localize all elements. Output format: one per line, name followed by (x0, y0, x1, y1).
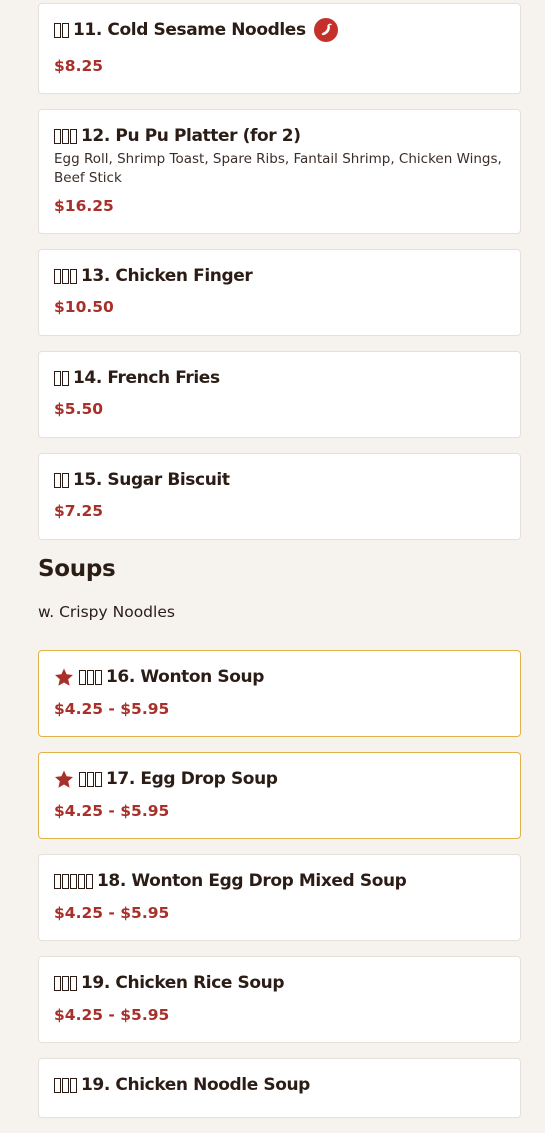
menu-item-card[interactable]: 14. French Fries $5.50 (38, 351, 521, 438)
menu-item-card[interactable]: 11. Cold Sesame Noodles $8.25 (38, 3, 521, 94)
item-price: $7.25 (54, 502, 104, 520)
chinese-name (54, 22, 69, 38)
chinese-name (79, 669, 102, 685)
item-name: 11. Cold Sesame Noodles (73, 20, 306, 40)
chinese-name (54, 128, 77, 144)
item-name: 12. Pu Pu Platter (for 2) (81, 126, 301, 146)
item-name: 14. French Fries (73, 368, 220, 388)
chinese-name (54, 975, 77, 991)
item-name: 18. Wonton Egg Drop Mixed Soup (97, 871, 407, 891)
item-name: 17. Egg Drop Soup (106, 769, 278, 789)
menu-item-card[interactable]: 18. Wonton Egg Drop Mixed Soup $4.25 - $… (38, 854, 521, 941)
menu-item-card[interactable]: 19. Chicken Noodle Soup (38, 1058, 521, 1118)
chinese-name (79, 771, 102, 787)
item-name: 19. Chicken Noodle Soup (81, 1075, 310, 1095)
item-title-row: 11. Cold Sesame Noodles (54, 18, 505, 42)
item-title-row: 16. Wonton Soup (54, 665, 505, 689)
menu-item-card[interactable]: 13. Chicken Finger $10.50 (38, 249, 521, 336)
item-name: 15. Sugar Biscuit (73, 470, 230, 490)
star-icon (54, 668, 74, 687)
chinese-name (54, 472, 69, 488)
chili-pepper-icon (313, 18, 338, 42)
item-title-row: 12. Pu Pu Platter (for 2) (54, 124, 505, 148)
item-title-row: 14. French Fries (54, 366, 505, 390)
section-subtitle: w. Crispy Noodles (38, 603, 175, 621)
item-title-row: 17. Egg Drop Soup (54, 767, 505, 791)
item-name: 16. Wonton Soup (106, 667, 264, 687)
menu-item-card[interactable]: 15. Sugar Biscuit $7.25 (38, 453, 521, 540)
soup-list: 16. Wonton Soup $4.25 - $5.95 17. Egg Dr… (38, 650, 521, 1133)
menu-item-card[interactable]: 19. Chicken Rice Soup $4.25 - $5.95 (38, 956, 521, 1043)
chinese-name (54, 1077, 77, 1093)
item-price: $4.25 - $5.95 (54, 700, 170, 718)
item-title-row: 19. Chicken Rice Soup (54, 971, 505, 995)
chinese-name (54, 268, 77, 284)
item-price: $10.50 (54, 298, 114, 316)
menu-list: 11. Cold Sesame Noodles $8.25 12. Pu Pu … (38, 3, 521, 555)
chinese-name (54, 370, 69, 386)
star-icon (54, 770, 74, 789)
item-name: 13. Chicken Finger (81, 266, 253, 286)
item-price: $8.25 (54, 57, 104, 75)
menu-item-card-featured[interactable]: 16. Wonton Soup $4.25 - $5.95 (38, 650, 521, 737)
item-title-row: 15. Sugar Biscuit (54, 468, 505, 492)
menu-item-card-featured[interactable]: 17. Egg Drop Soup $4.25 - $5.95 (38, 752, 521, 839)
item-price: $16.25 (54, 197, 114, 215)
menu-item-card[interactable]: 12. Pu Pu Platter (for 2) Egg Roll, Shri… (38, 109, 521, 234)
item-title-row: 13. Chicken Finger (54, 264, 505, 288)
item-name: 19. Chicken Rice Soup (81, 973, 285, 993)
chinese-name (54, 873, 93, 889)
item-title-row: 19. Chicken Noodle Soup (54, 1073, 505, 1097)
item-price: $4.25 - $5.95 (54, 904, 170, 922)
item-price: $4.25 - $5.95 (54, 1006, 170, 1024)
item-price: $5.50 (54, 400, 104, 418)
item-price: $4.25 - $5.95 (54, 802, 170, 820)
item-title-row: 18. Wonton Egg Drop Mixed Soup (54, 869, 505, 893)
section-title: Soups (38, 556, 116, 582)
item-description: Egg Roll, Shrimp Toast, Spare Ribs, Fant… (54, 151, 502, 186)
